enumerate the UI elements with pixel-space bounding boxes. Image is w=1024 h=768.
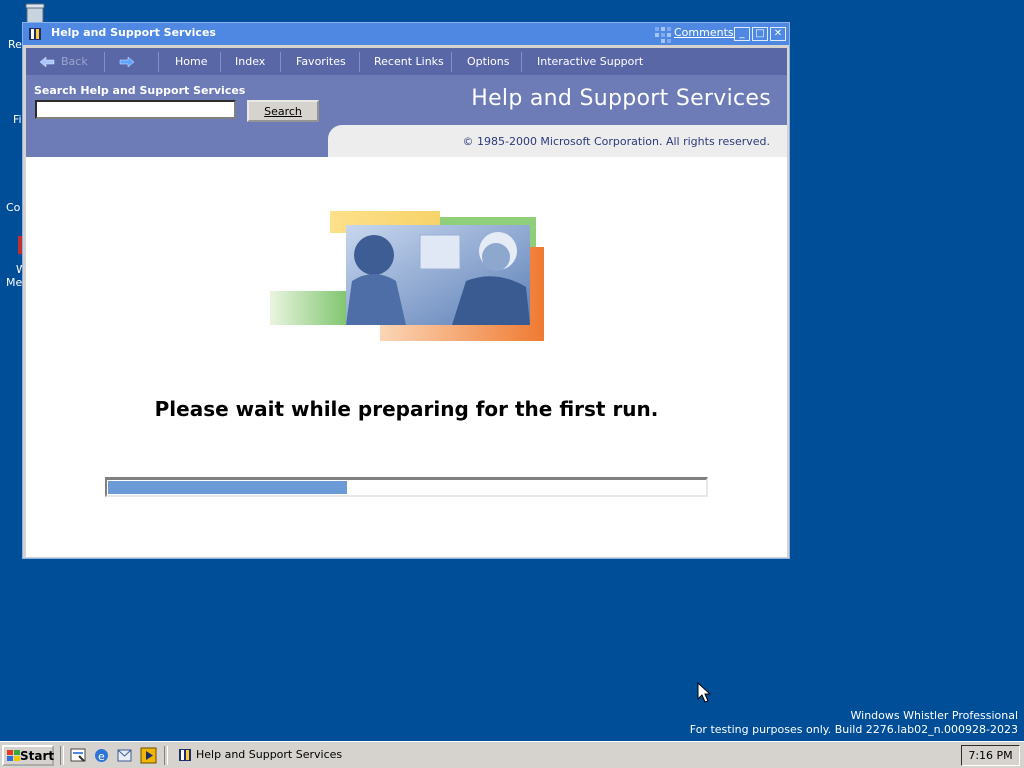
recycle-bin-icon	[25, 3, 45, 24]
window-title: Help and Support Services	[51, 26, 216, 39]
progress-bar	[105, 477, 708, 497]
hero-photo-image	[270, 211, 544, 341]
nav-separator	[104, 52, 105, 72]
quick-launch-separator	[60, 746, 64, 765]
forward-button[interactable]	[119, 48, 135, 75]
help-book-icon	[29, 28, 41, 40]
internet-explorer-icon[interactable]: e	[93, 747, 110, 764]
outlook-icon[interactable]	[116, 747, 133, 764]
search-button[interactable]: Search	[247, 100, 319, 122]
progress-fill	[108, 481, 347, 494]
copyright-text: © 1985-2000 Microsoft Corporation. All r…	[462, 135, 770, 148]
content-pane: Please wait while preparing for the firs…	[26, 157, 787, 557]
navigation-bar: Back Home Index Favorites Recent Links O…	[26, 48, 787, 75]
help-support-window: Help and Support Services Comments? _ □ …	[22, 22, 790, 559]
taskbar-button-label: Help and Support Services	[196, 748, 343, 761]
comments-link[interactable]: Comments?	[674, 26, 739, 39]
search-area: Search Help and Support Services Search …	[26, 75, 787, 157]
maximize-button[interactable]: □	[752, 27, 768, 41]
back-label: Back	[61, 55, 88, 68]
close-button[interactable]: ✕	[770, 27, 786, 41]
start-label: Start	[20, 748, 55, 763]
back-button[interactable]: Back	[39, 48, 88, 75]
nav-favorites[interactable]: Favorites	[296, 48, 346, 75]
mouse-cursor-icon	[697, 682, 711, 703]
search-input[interactable]	[35, 100, 236, 119]
watermark-line-2: For testing purposes only. Build 2276.la…	[689, 723, 1018, 736]
start-button[interactable]: Start	[2, 745, 54, 766]
help-book-icon	[179, 749, 191, 761]
show-desktop-icon[interactable]	[70, 747, 87, 764]
brand-title: Help and Support Services	[471, 86, 771, 111]
system-tray-clock[interactable]: 7:16 PM	[961, 745, 1020, 766]
nav-separator	[521, 52, 522, 72]
build-watermark: Windows Whistler Professional For testin…	[690, 709, 1018, 737]
title-bar[interactable]: Help and Support Services Comments? _ □ …	[23, 23, 789, 45]
nav-options[interactable]: Options	[467, 48, 509, 75]
nav-separator	[158, 52, 159, 72]
quick-launch-separator	[164, 746, 168, 765]
nav-interactive-support[interactable]: Interactive Support	[537, 48, 643, 75]
nav-separator	[220, 52, 221, 72]
watermark-line-1: Windows Whistler Professional	[850, 709, 1019, 722]
nav-home[interactable]: Home	[175, 48, 207, 75]
wait-message: Please wait while preparing for the firs…	[154, 397, 659, 421]
minimize-button[interactable]: _	[734, 27, 750, 41]
search-title: Search Help and Support Services	[34, 84, 246, 97]
copyright-bar: © 1985-2000 Microsoft Corporation. All r…	[328, 125, 787, 157]
media-player-icon[interactable]	[140, 747, 157, 764]
nav-separator	[451, 52, 452, 72]
nav-recent-links[interactable]: Recent Links	[374, 48, 444, 75]
nav-separator	[359, 52, 360, 72]
forward-arrow-icon	[119, 56, 135, 68]
svg-text:e: e	[98, 750, 105, 763]
back-arrow-icon	[39, 56, 55, 68]
nav-separator	[280, 52, 281, 72]
taskbar-button-help-support[interactable]: Help and Support Services	[174, 744, 352, 766]
windows-logo-icon	[7, 750, 20, 761]
taskbar: Start e Help and Support Services 7:16 P…	[0, 741, 1024, 768]
decorative-dots-icon	[655, 27, 671, 43]
nav-index[interactable]: Index	[235, 48, 265, 75]
